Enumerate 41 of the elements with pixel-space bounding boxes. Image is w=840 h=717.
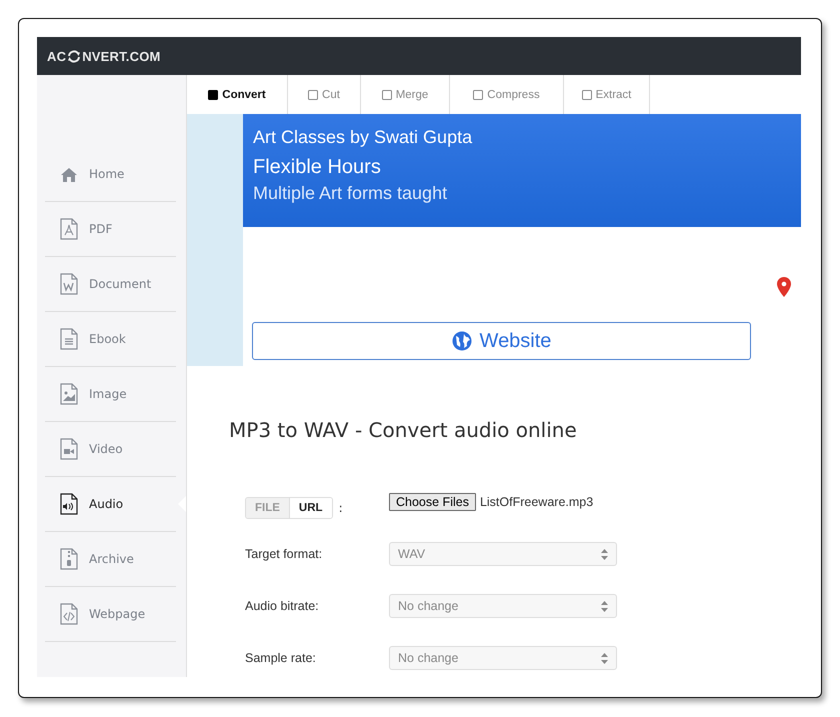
field-label: Sample rate:	[245, 651, 317, 665]
video-file-icon	[59, 438, 79, 460]
sidebar-item[interactable]: Audio	[45, 477, 176, 532]
word-file-icon	[59, 273, 79, 295]
sidebar-item[interactable]: Ebook	[45, 312, 176, 367]
sidebar-item[interactable]: Home	[45, 147, 176, 202]
select-field[interactable]: No change	[389, 646, 617, 670]
up-down-arrows-icon	[601, 548, 608, 560]
archive-file-icon	[59, 548, 79, 570]
select-field[interactable]: WAV	[389, 542, 617, 566]
website-button[interactable]: Website	[252, 322, 751, 360]
sidebar-item[interactable]: PDF	[45, 202, 176, 257]
field-label: Target format:	[245, 547, 324, 561]
file-name: ListOfFreeware.mp3	[480, 495, 594, 509]
home-icon	[59, 165, 79, 183]
map-pin-icon	[777, 277, 791, 297]
sidebar-item[interactable]: Document	[45, 257, 176, 312]
select-field[interactable]: No change	[389, 594, 617, 618]
ad-subline: Multiple Art forms taught	[253, 182, 448, 204]
image-file-icon	[59, 383, 79, 405]
logo-text: NVERT.COM	[82, 48, 161, 64]
ad-headline: Flexible Hours	[253, 154, 382, 180]
sidebar-item[interactable]: Archive	[45, 532, 176, 587]
choose-files-button[interactable]: Choose Files	[389, 493, 476, 511]
colon-label: :	[338, 501, 343, 515]
pdf-file-icon	[59, 218, 79, 240]
up-down-arrows-icon	[601, 652, 608, 664]
sidebar-item[interactable]: Image	[45, 367, 176, 422]
logo-text: AC	[47, 48, 66, 64]
ad-title: Art Classes by Swati Gupta	[253, 126, 474, 148]
refresh-icon	[67, 50, 82, 62]
globe-icon	[452, 331, 472, 351]
source-toggle[interactable]: FILE	[246, 498, 290, 518]
text-file-icon	[59, 328, 79, 350]
field-label: Audio bitrate:	[245, 599, 320, 613]
page-heading: MP3 to WAV - Convert audio online	[229, 418, 578, 442]
code-file-icon	[59, 603, 79, 625]
up-down-arrows-icon	[601, 600, 608, 612]
sidebar-item[interactable]: Webpage	[45, 587, 176, 642]
sidebar-item[interactable]: Video	[45, 422, 176, 477]
audio-file-icon	[59, 493, 79, 515]
